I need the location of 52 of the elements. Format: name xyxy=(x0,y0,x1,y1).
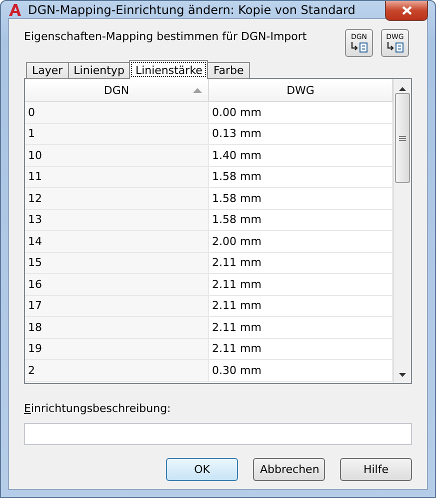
scrollbar[interactable] xyxy=(393,79,411,383)
table-cell: 2 xyxy=(25,360,209,382)
table-cell: 0.13 mm xyxy=(209,124,393,145)
grip-icon xyxy=(399,136,406,140)
scroll-up-icon xyxy=(399,87,406,91)
table-cell: 12 xyxy=(25,188,209,210)
app-logo-icon xyxy=(8,2,22,16)
table-cell: 19 xyxy=(25,338,209,360)
table-cell: 2.11 mm xyxy=(209,274,393,296)
tab[interactable]: Linientyp xyxy=(68,62,130,79)
column-header[interactable]: DWG xyxy=(209,79,393,102)
table-cell: 1 xyxy=(25,124,209,145)
sort-arrow-icon xyxy=(193,88,202,93)
table-cell: 15 xyxy=(25,252,209,274)
table-cell: 1.58 mm xyxy=(209,166,393,188)
tab[interactable]: Linienstärke xyxy=(129,60,208,79)
dialog-button[interactable]: Hilfe xyxy=(340,458,412,481)
table-cell: 2.11 mm xyxy=(209,317,393,338)
table-cell: 2.11 mm xyxy=(209,296,393,317)
table-cell: 0.00 mm xyxy=(209,102,393,124)
table-cell: 2.00 mm xyxy=(209,231,393,252)
table-cell: 1.58 mm xyxy=(209,188,393,210)
close-icon xyxy=(402,6,412,15)
table-cell: 16 xyxy=(25,274,209,296)
scroll-thumb[interactable] xyxy=(395,93,410,183)
column-header-label: DWG xyxy=(286,84,314,96)
table-cell: 2.11 mm xyxy=(209,338,393,360)
section-heading: Eigenschaften-Mapping bestimmen für DGN-Import xyxy=(24,30,307,43)
table-cell: 17 xyxy=(25,296,209,317)
table-cell: 0.30 mm xyxy=(209,360,393,382)
table-cell: 1.40 mm xyxy=(209,145,393,166)
table-cell: 18 xyxy=(25,317,209,338)
table-cell: 2.11 mm xyxy=(209,252,393,274)
column-header-label: DGN xyxy=(104,84,130,96)
import-icon xyxy=(350,42,368,53)
scroll-down-icon xyxy=(399,373,406,377)
description-field[interactable] xyxy=(24,423,412,445)
dialog-button[interactable]: OK xyxy=(166,458,238,481)
table-cell: 11 xyxy=(25,166,209,188)
table-cell: 0 xyxy=(25,102,209,124)
dialog-button[interactable]: Abbrechen xyxy=(253,458,325,481)
table-cell: 1.58 mm xyxy=(209,210,393,231)
close-button[interactable] xyxy=(385,1,428,21)
table-cell: 10 xyxy=(25,145,209,166)
tab[interactable]: Layer xyxy=(26,62,69,79)
tab[interactable]: Farbe xyxy=(207,62,250,79)
column-header[interactable]: DGN xyxy=(25,79,209,102)
window-title: DGN-Mapping-Einrichtung ändern: Kopie von Standard xyxy=(28,2,356,16)
field-label: Einrichtungsbeschreibung: xyxy=(24,402,172,415)
table-cell: 13 xyxy=(25,210,209,231)
import-icon xyxy=(386,42,404,53)
table-cell: 14 xyxy=(25,231,209,252)
